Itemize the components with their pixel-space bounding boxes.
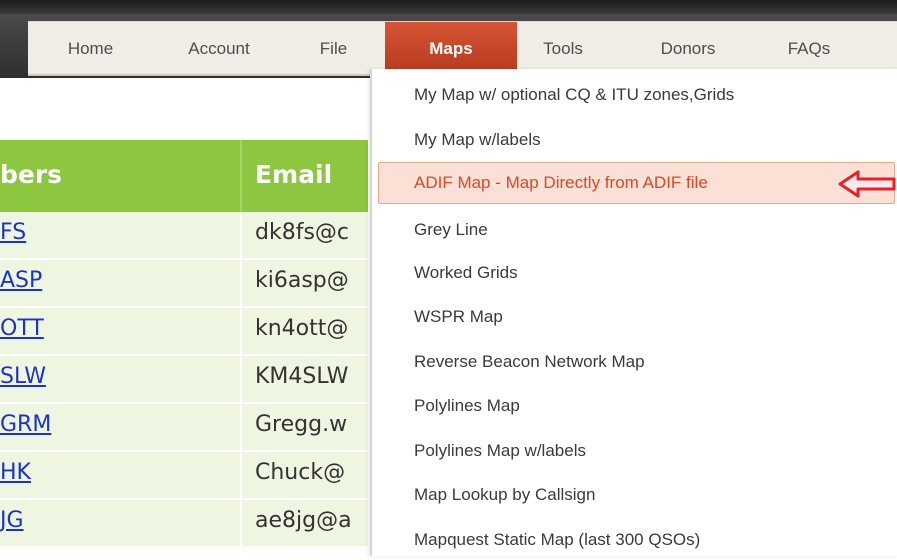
email-cell: KM4SLW — [255, 364, 349, 389]
menu-item-polylines-map[interactable]: Polylines Map — [372, 386, 897, 426]
menu-item-my-map-zones[interactable]: My Map w/ optional CQ & ITU zones,Grids — [372, 75, 897, 115]
menu-item-label: Mapquest Static Map (last 300 QSOs) — [414, 530, 701, 549]
column-header-callsign: bers — [0, 160, 63, 189]
members-table: FS dk8fs@c ASP ki6asp@ OTT kn4ott@ SLW K… — [0, 212, 368, 548]
table-row: ASP ki6asp@ — [0, 260, 368, 308]
menu-item-polylines-labels[interactable]: Polylines Map w/labels — [372, 431, 897, 471]
left-arrow-icon — [838, 170, 896, 198]
table-row: JG ae8jg@a — [0, 500, 368, 548]
maps-dropdown-menu: My Map w/ optional CQ & ITU zones,Grids … — [370, 69, 897, 556]
menu-item-label: My Map w/ optional CQ & ITU zones,Grids — [414, 85, 735, 104]
table-row: SLW KM4SLW — [0, 356, 368, 404]
email-cell: ae8jg@a — [255, 508, 352, 533]
menu-item-label: ADIF Map - Map Directly from ADIF file — [414, 173, 708, 192]
content-area — [0, 78, 368, 140]
callsign-link[interactable]: OTT — [0, 316, 44, 341]
cell-divider — [240, 212, 242, 258]
cell-divider — [240, 452, 242, 498]
menu-item-label: WSPR Map — [414, 307, 503, 326]
menu-item-label: Worked Grids — [414, 263, 518, 282]
email-cell: kn4ott@ — [255, 316, 349, 341]
table-row: HK Chuck@ — [0, 452, 368, 500]
nav-maps[interactable]: Maps — [385, 22, 517, 74]
callsign-link[interactable]: SLW — [0, 364, 46, 389]
cell-divider — [240, 308, 242, 354]
cell-divider — [240, 500, 242, 546]
table-row: FS dk8fs@c — [0, 212, 368, 260]
column-header-email: Email — [255, 160, 333, 189]
email-cell: dk8fs@c — [255, 220, 350, 245]
menu-item-label: My Map w/labels — [414, 130, 541, 149]
cell-divider — [240, 356, 242, 402]
menu-item-adif-map[interactable]: ADIF Map - Map Directly from ADIF file — [378, 162, 895, 204]
nav-faqs[interactable]: FAQs — [759, 22, 859, 74]
menu-item-label: Grey Line — [414, 220, 488, 239]
nav-home[interactable]: Home — [28, 22, 153, 74]
menu-item-label: Polylines Map — [414, 396, 520, 415]
menu-item-mapquest-static[interactable]: Mapquest Static Map (last 300 QSOs) — [372, 520, 897, 560]
email-cell: ki6asp@ — [255, 268, 349, 293]
table-row: GRM Gregg.w — [0, 404, 368, 452]
callsign-link[interactable]: FS — [0, 220, 26, 245]
menu-item-grey-line[interactable]: Grey Line — [372, 210, 897, 250]
menu-item-my-map-labels[interactable]: My Map w/labels — [372, 120, 897, 160]
table-row: OTT kn4ott@ — [0, 308, 368, 356]
menu-item-reverse-beacon[interactable]: Reverse Beacon Network Map — [372, 342, 897, 382]
callsign-link[interactable]: HK — [0, 460, 31, 485]
menu-item-label: Map Lookup by Callsign — [414, 485, 596, 504]
top-strip — [0, 0, 897, 14]
menu-item-wspr-map[interactable]: WSPR Map — [372, 297, 897, 337]
nav-menu: Home Account File Maps Tools Donors FAQs — [28, 21, 897, 76]
nav-file[interactable]: File — [285, 22, 382, 74]
callsign-link[interactable]: ASP — [0, 268, 42, 293]
menu-item-map-lookup[interactable]: Map Lookup by Callsign — [372, 475, 897, 515]
email-cell: Gregg.w — [255, 412, 348, 437]
header-divider — [240, 140, 242, 212]
table-header: bers Email — [0, 140, 368, 212]
cell-divider — [240, 404, 242, 450]
callsign-link[interactable]: GRM — [0, 412, 51, 437]
menu-item-label: Reverse Beacon Network Map — [414, 352, 645, 371]
menu-item-label: Polylines Map w/labels — [414, 441, 586, 460]
nav-donors[interactable]: Donors — [620, 22, 756, 74]
cell-divider — [240, 260, 242, 306]
nav-account[interactable]: Account — [153, 22, 285, 74]
callsign-link[interactable]: JG — [0, 508, 24, 533]
email-cell: Chuck@ — [255, 460, 346, 485]
nav-tools[interactable]: Tools — [517, 22, 609, 74]
menu-item-worked-grids[interactable]: Worked Grids — [372, 253, 897, 293]
